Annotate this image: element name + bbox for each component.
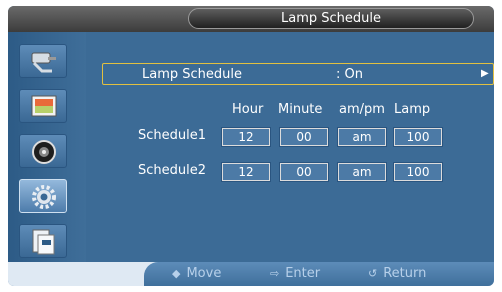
picture-icon xyxy=(31,95,57,117)
enter-hint: ⇨ Enter xyxy=(270,266,320,281)
schedule1-lamp-field[interactable]: 100 xyxy=(393,127,443,147)
multi-control-icon xyxy=(32,229,55,255)
return-label: Return xyxy=(383,266,427,281)
schedule2-lamp-field[interactable]: 100 xyxy=(393,162,443,182)
footer-hint-bar: ◆ Move ⇨ Enter ↺ Return xyxy=(144,262,494,286)
window-title: Lamp Schedule xyxy=(188,8,474,29)
return-icon: ↺ xyxy=(368,267,378,280)
sound-icon xyxy=(32,140,56,164)
input-source-icon xyxy=(31,52,56,73)
schedule2-minute-field[interactable]: 00 xyxy=(279,162,329,182)
column-header-ampm: am/pm xyxy=(339,102,385,117)
move-icon: ◆ xyxy=(172,267,181,280)
column-header-hour: Hour xyxy=(232,102,264,117)
move-label: Move xyxy=(186,266,222,281)
schedule1-label: Schedule1 xyxy=(138,128,207,143)
osd-window: Lamp Schedule Lamp Schedule: On ▶ Hour … xyxy=(8,6,494,286)
sidebar-item-input[interactable] xyxy=(19,44,67,78)
sidebar-item-setup[interactable] xyxy=(19,179,67,213)
schedule1-ampm-field[interactable]: am xyxy=(337,127,387,147)
schedule2-hour-field[interactable]: 12 xyxy=(221,162,271,182)
sidebar-item-picture[interactable] xyxy=(19,89,67,123)
setup-gear-icon xyxy=(32,185,56,209)
enter-label: Enter xyxy=(285,266,321,281)
lamp-schedule-label: Lamp Schedule xyxy=(142,67,242,82)
schedule1-minute-field[interactable]: 00 xyxy=(279,127,329,147)
header-bar: Lamp Schedule xyxy=(8,6,494,32)
return-hint: ↺ Return xyxy=(368,266,426,281)
enter-icon: ⇨ xyxy=(270,267,280,280)
schedule2-label: Schedule2 xyxy=(138,163,207,178)
lamp-schedule-value: : On xyxy=(336,67,363,82)
schedule1-hour-field[interactable]: 12 xyxy=(221,127,271,147)
sidebar xyxy=(8,32,86,262)
sidebar-item-sound[interactable] xyxy=(19,134,67,168)
sidebar-item-multi-control[interactable] xyxy=(19,224,67,258)
move-hint: ◆ Move xyxy=(172,266,221,281)
column-header-minute: Minute xyxy=(278,102,323,117)
schedule2-ampm-field[interactable]: am xyxy=(337,162,387,182)
footer: ◆ Move ⇨ Enter ↺ Return xyxy=(8,262,494,286)
column-header-lamp: Lamp xyxy=(394,102,431,117)
submenu-arrow-icon: ▶ xyxy=(481,68,489,79)
main-panel: Lamp Schedule : On ▶ Hour Minute am/pm L… xyxy=(98,32,494,262)
